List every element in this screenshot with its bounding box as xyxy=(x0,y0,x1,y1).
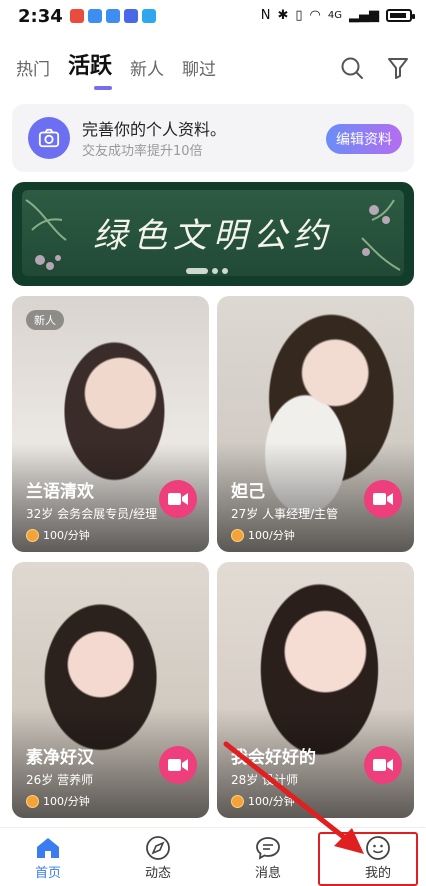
video-call-icon xyxy=(373,493,393,505)
app-notification-icon xyxy=(124,9,138,23)
status-right: N ✱ ▯ ◠ 4G ▂▄▆ xyxy=(260,8,415,23)
wifi-icon: ◠ xyxy=(309,8,321,23)
banner-title: 绿色文明公约 xyxy=(93,216,333,256)
network-label: 4G xyxy=(327,10,342,21)
top-tabs: 热门 活跃 新人 聊过 xyxy=(16,48,216,90)
user-name: 兰语清欢 xyxy=(26,482,94,502)
app-notification-icon xyxy=(70,9,84,23)
user-meta: 26岁 营养师 xyxy=(26,773,94,787)
user-name: 妲己 xyxy=(231,482,265,502)
user-price: 100/分钟 xyxy=(26,527,90,543)
user-meta: 32岁 会务会展专员/经理 xyxy=(26,507,158,521)
tab-active[interactable]: 活跃 xyxy=(68,48,113,90)
notification-icons xyxy=(70,9,156,23)
compass-icon xyxy=(118,834,198,862)
price-label: 100/分钟 xyxy=(248,529,295,542)
chat-icon xyxy=(228,834,308,862)
price-label: 100/分钟 xyxy=(43,529,90,542)
nfc-icon: N xyxy=(260,8,271,23)
app-notification-icon xyxy=(106,9,120,23)
edit-profile-button[interactable]: 编辑资料 xyxy=(326,124,402,154)
coin-icon xyxy=(231,794,244,808)
top-actions xyxy=(340,56,410,80)
video-call-icon xyxy=(373,759,393,771)
tab-active-label: 活跃 xyxy=(68,54,113,79)
video-call-button[interactable] xyxy=(159,480,197,518)
user-card[interactable]: 素净好汉 26岁 营养师 100/分钟 xyxy=(12,562,209,818)
user-card[interactable]: 妲己 27岁 人事经理/主管 100/分钟 xyxy=(217,296,414,552)
tab-hot[interactable]: 热门 xyxy=(16,55,50,80)
banner-board: 绿色文明公约 xyxy=(22,190,404,276)
video-call-icon xyxy=(168,493,188,505)
user-name: 我会好好的 xyxy=(231,748,316,768)
filter-icon[interactable] xyxy=(386,56,410,80)
profile-prompt-title: 完善你的个人资料。 xyxy=(82,120,227,139)
user-meta: 28岁 设计师 xyxy=(231,773,299,787)
nav-moments-label: 动态 xyxy=(144,866,171,881)
vibrate-icon: ▯ xyxy=(295,8,303,23)
battery-icon xyxy=(386,9,415,22)
coin-icon xyxy=(231,528,244,542)
nav-moments[interactable]: 动态 xyxy=(118,834,198,881)
nav-messages[interactable]: 消息 xyxy=(228,834,308,881)
search-icon[interactable] xyxy=(340,56,364,80)
pagination-dot xyxy=(222,268,228,274)
profile-prompt-subtitle: 交友成功率提升10倍 xyxy=(82,144,203,159)
price-label: 100/分钟 xyxy=(248,795,295,808)
tab-chatted[interactable]: 聊过 xyxy=(182,55,216,80)
coin-icon xyxy=(26,528,39,542)
bluetooth-icon: ✱ xyxy=(277,8,289,23)
status-bar: 2:34 N ✱ ▯ ◠ 4G ▂▄▆ xyxy=(0,0,426,34)
video-call-button[interactable] xyxy=(364,746,402,784)
app-notification-icon xyxy=(88,9,102,23)
app-notification-icon xyxy=(142,9,156,23)
user-card[interactable]: 我会好好的 28岁 设计师 100/分钟 xyxy=(217,562,414,818)
video-call-icon xyxy=(168,759,188,771)
tab-underline xyxy=(94,86,112,90)
video-call-button[interactable] xyxy=(364,480,402,518)
coin-icon xyxy=(26,794,39,808)
tab-new[interactable]: 新人 xyxy=(130,55,164,80)
pagination-dot-active xyxy=(186,268,208,274)
camera-icon xyxy=(28,117,70,159)
highlight-box xyxy=(318,832,418,886)
signal-icon: ▂▄▆ xyxy=(349,8,379,23)
video-call-button[interactable] xyxy=(159,746,197,784)
user-name: 素净好汉 xyxy=(26,748,94,768)
home-icon xyxy=(8,834,88,862)
nav-home[interactable]: 首页 xyxy=(8,834,88,881)
new-user-badge: 新人 xyxy=(26,310,64,330)
profile-prompt-card[interactable]: 完善你的个人资料。 交友成功率提升10倍 编辑资料 xyxy=(12,104,414,172)
status-time: 2:34 xyxy=(18,6,63,27)
user-price: 100/分钟 xyxy=(231,793,295,809)
user-price: 100/分钟 xyxy=(26,793,90,809)
user-price: 100/分钟 xyxy=(231,527,295,543)
price-label: 100/分钟 xyxy=(43,795,90,808)
pagination-dot xyxy=(212,268,218,274)
banner-pagination xyxy=(186,268,228,274)
user-meta: 27岁 人事经理/主管 xyxy=(231,507,339,521)
nav-messages-label: 消息 xyxy=(254,866,281,881)
nav-home-label: 首页 xyxy=(34,866,61,881)
user-card[interactable]: 新人 兰语清欢 32岁 会务会展专员/经理 100/分钟 xyxy=(12,296,209,552)
